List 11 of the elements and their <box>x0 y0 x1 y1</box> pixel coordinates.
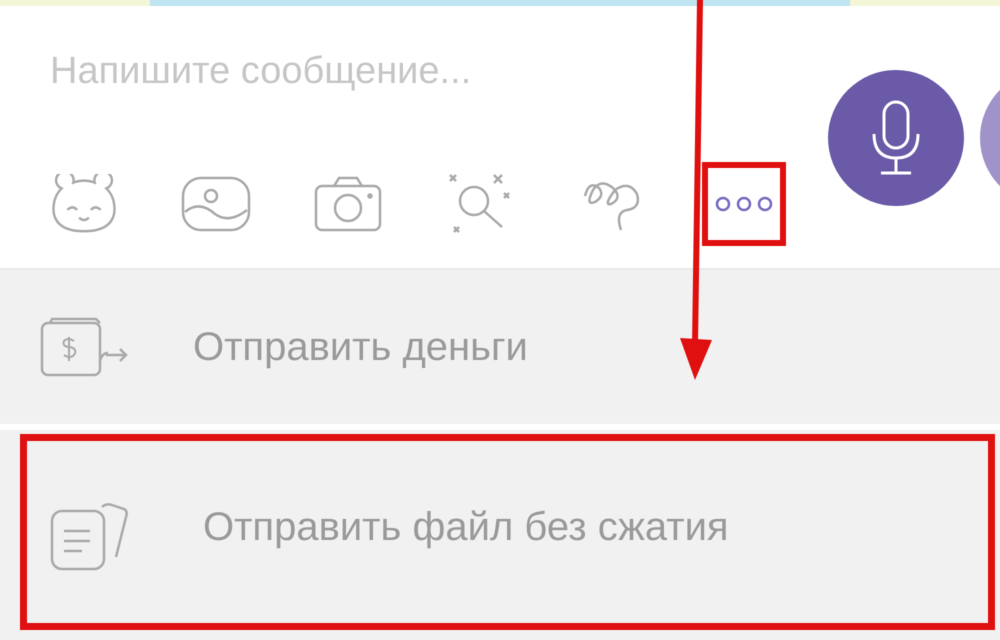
menu-item[interactable]: Отправить деньги <box>0 270 1000 430</box>
menu-label: Отправить деньги <box>193 324 528 370</box>
camera-icon <box>314 176 382 232</box>
image-icon <box>181 176 251 232</box>
wallet-icon <box>40 317 130 377</box>
message-field[interactable]: Напишите сообщение... <box>50 46 750 96</box>
more-icon <box>715 196 773 212</box>
documents-icon <box>50 501 130 571</box>
more-button[interactable] <box>702 162 786 246</box>
menu-label: Отправить файл без сжатия <box>203 505 729 550</box>
menu-item[interactable]: Отправить файл без сжатия <box>20 434 995 630</box>
